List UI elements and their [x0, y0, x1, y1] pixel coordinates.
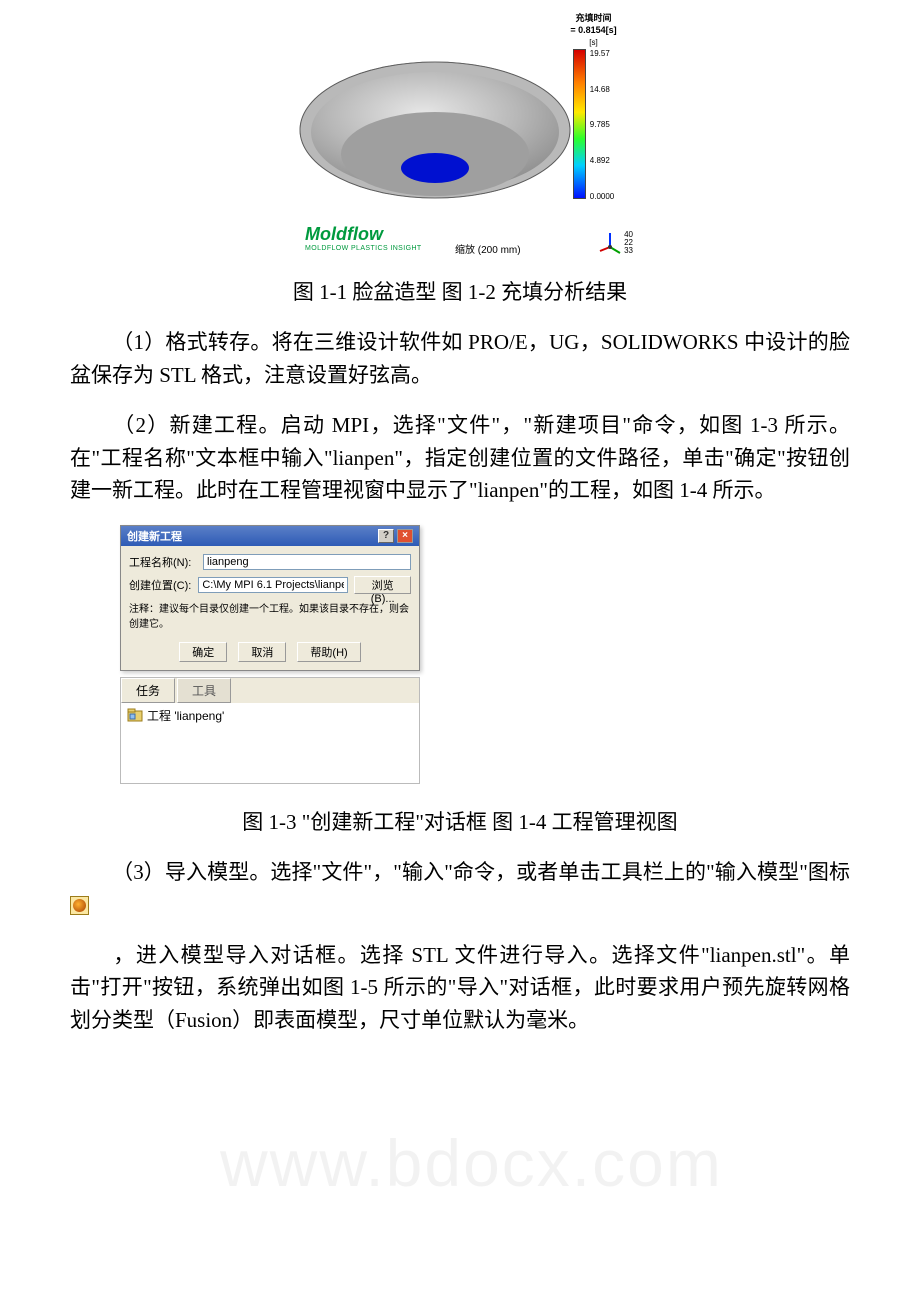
close-icon[interactable]: ×: [397, 529, 413, 543]
triad-num: 33: [624, 246, 633, 255]
help-icon[interactable]: ?: [378, 529, 394, 543]
project-tree[interactable]: 工程 'lianpeng': [121, 703, 419, 783]
browse-button[interactable]: 浏览(B)...: [354, 576, 411, 594]
paragraph-3-text: （3）导入模型。选择"文件"，"输入"命令，或者单击工具栏上的"输入模型"图标: [112, 860, 850, 884]
legend-ticks: 19.57 14.68 9.785 4.892 0.0000: [586, 49, 614, 201]
watermark: www.bdocx.com: [220, 1125, 723, 1201]
paragraph-2: （2）新建工程。启动 MPI，选择"文件"，"新建项目"命令，如图 1-3 所示…: [70, 409, 850, 507]
legend-tick: 19.57: [590, 49, 614, 58]
paragraph-2-text: （2）新建工程。启动 MPI，选择"文件"，"新建项目"命令，如图 1-3 所示…: [70, 413, 850, 502]
cancel-button[interactable]: 取消: [238, 642, 286, 662]
figure-caption-1: 图 1-1 脸盆造型 图 1-2 充填分析结果: [70, 276, 850, 306]
tab-task[interactable]: 任务: [121, 678, 175, 703]
legend-unit: [s]: [556, 38, 631, 47]
new-project-dialog: 创建新工程 ? × 工程名称(N): 创建位置(C): 浏览(B)... 注释：…: [120, 525, 420, 671]
project-tree-label: 工程 'lianpeng': [147, 707, 224, 724]
color-legend: 充填时间 = 0.8154[s] [s] 19.57 14.68 9.785 4…: [556, 14, 631, 201]
figure-1-2: Moldflow MOLDFLOW PLASTICS INSIGHT 缩放 (2…: [70, 10, 850, 260]
tab-tool[interactable]: 工具: [177, 678, 231, 703]
legend-tick: 14.68: [590, 85, 614, 94]
dialog-note: 注释：建议每个目录仅创建一个工程。如果该目录不存在，则会创建它。: [129, 600, 411, 630]
project-panel: 任务 工具 工程 'lianpeng': [120, 677, 420, 784]
project-icon: [127, 708, 143, 722]
paragraph-3: （3）导入模型。选择"文件"，"输入"命令，或者单击工具栏上的"输入模型"图标: [70, 856, 850, 921]
axis-triad: 40 22 33: [598, 231, 633, 255]
project-name-label: 工程名称(N):: [129, 554, 197, 570]
paragraph-1-text: （1）格式转存。将在三维设计软件如 PRO/E，UG，SOLIDWORKS 中设…: [70, 330, 850, 387]
moldflow-scene: Moldflow MOLDFLOW PLASTICS INSIGHT 缩放 (2…: [285, 10, 635, 260]
legend-tick: 0.0000: [590, 192, 614, 201]
import-model-icon: [70, 896, 89, 915]
scale-label: 缩放 (200 mm): [455, 241, 521, 256]
dish-render: [295, 50, 575, 230]
create-location-input[interactable]: [198, 577, 348, 593]
project-name-input[interactable]: [203, 554, 411, 570]
moldflow-logo: Moldflow MOLDFLOW PLASTICS INSIGHT: [305, 224, 422, 252]
moldflow-word: Moldflow: [305, 224, 422, 245]
create-location-label: 创建位置(C):: [129, 577, 192, 593]
legend-title-line1: 充填时间: [556, 14, 631, 24]
help-button[interactable]: 帮助(H): [297, 642, 360, 662]
ok-button[interactable]: 确定: [179, 642, 227, 662]
legend-title-line2: = 0.8154[s]: [556, 26, 631, 36]
paragraph-4-text: ，进入模型导入对话框。选择 STL 文件进行导入。选择文件"lianpen.st…: [70, 943, 850, 1032]
paragraph-4: ，进入模型导入对话框。选择 STL 文件进行导入。选择文件"lianpen.st…: [70, 939, 850, 1037]
figure-caption-2: 图 1-3 "创建新工程"对话框 图 1-4 工程管理视图: [70, 806, 850, 836]
legend-tick: 9.785: [590, 120, 614, 129]
legend-tick: 4.892: [590, 156, 614, 165]
dialog-title: 创建新工程: [127, 528, 182, 544]
legend-color-bar: [573, 49, 586, 199]
dialog-titlebar[interactable]: 创建新工程 ? ×: [121, 526, 419, 546]
moldflow-subtitle: MOLDFLOW PLASTICS INSIGHT: [305, 245, 422, 252]
paragraph-1: （1）格式转存。将在三维设计软件如 PRO/E，UG，SOLIDWORKS 中设…: [70, 326, 850, 391]
project-tree-row[interactable]: 工程 'lianpeng': [127, 707, 413, 724]
